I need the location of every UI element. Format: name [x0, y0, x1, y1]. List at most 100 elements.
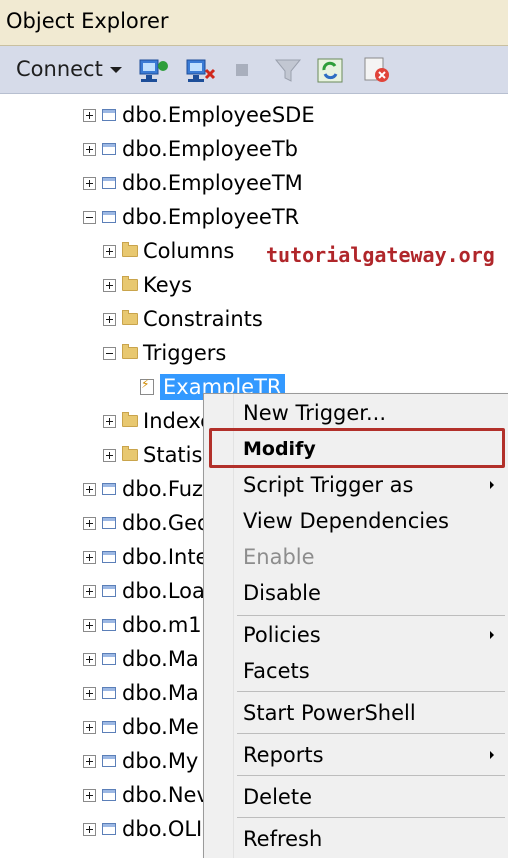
expand-icon[interactable] [83, 108, 96, 122]
stop-icon[interactable] [227, 54, 261, 86]
tree-row-folder[interactable]: Columns [103, 234, 234, 268]
menu-separator [237, 817, 505, 818]
expand-icon[interactable] [83, 176, 96, 190]
tree-row-folder[interactable]: Statist [103, 438, 211, 472]
menu-item-view-dependencies[interactable]: View Dependencies [243, 504, 449, 538]
tree-row-folder[interactable]: Indexe [103, 404, 213, 438]
folder-icon [122, 310, 138, 325]
expand-icon[interactable] [83, 550, 96, 564]
tree-row-table[interactable]: dbo.Inte [83, 540, 208, 574]
expand-icon[interactable] [103, 312, 116, 326]
expand-icon[interactable] [83, 618, 96, 632]
expand-icon[interactable] [103, 448, 116, 462]
expand-icon[interactable] [83, 142, 96, 156]
tree-label: dbo.EmployeeTR [122, 205, 300, 229]
expand-icon[interactable] [83, 686, 96, 700]
tree-row-folder[interactable]: Constraints [103, 302, 263, 336]
tree-row-table[interactable]: dbo.EmployeeSDE [83, 98, 315, 132]
tree-row-table[interactable]: dbo.Loa [83, 574, 205, 608]
tree-label: Triggers [143, 341, 227, 365]
table-icon [102, 789, 116, 801]
tree-row-table[interactable]: dbo.EmployeeTM [83, 166, 303, 200]
table-icon [102, 177, 116, 189]
refresh-icon[interactable] [314, 54, 348, 86]
expand-icon[interactable] [83, 584, 96, 598]
tree-label: dbo.My [122, 749, 199, 773]
menu-item-start-powershell[interactable]: Start PowerShell [243, 696, 416, 730]
table-icon [102, 551, 116, 563]
table-icon [102, 585, 116, 597]
menu-separator [237, 615, 505, 616]
menu-item-refresh[interactable]: Refresh [243, 822, 322, 856]
menu-item-reports[interactable]: Reports [243, 738, 324, 772]
connect-server-icon[interactable] [137, 54, 171, 86]
chevron-down-icon[interactable] [110, 67, 122, 73]
folder-icon [122, 242, 138, 257]
tree-label: dbo.Ma [122, 681, 199, 705]
tree-label: dbo.EmployeeSDE [122, 103, 315, 127]
expand-icon[interactable] [83, 822, 96, 836]
tree-row-table[interactable]: dbo.My [83, 744, 198, 778]
menu-item-new-trigger[interactable]: New Trigger... [243, 396, 386, 430]
tree-label: dbo.EmployeeTb [122, 137, 298, 161]
filter-icon[interactable] [272, 54, 306, 86]
tree-row-table[interactable]: dbo.Fuz [83, 472, 203, 506]
tree-label: dbo.m1 [122, 613, 202, 637]
table-icon [102, 823, 116, 835]
menu-item-script-trigger-as[interactable]: Script Trigger as [243, 468, 414, 502]
menu-separator [237, 775, 505, 776]
table-icon [102, 483, 116, 495]
tree-row-table[interactable]: dbo.Me [83, 710, 199, 744]
expand-icon[interactable] [83, 754, 96, 768]
table-icon [102, 755, 116, 767]
tree-label: dbo.OLI [122, 817, 203, 841]
menu-item-policies[interactable]: Policies [243, 618, 321, 652]
tree-label: dbo.EmployeeTM [122, 171, 303, 195]
object-explorer-titlebar: Object Explorer [0, 0, 508, 46]
menu-item-enable: Enable [243, 545, 315, 569]
tree-row-table[interactable]: dbo.EmployeeTR [83, 200, 299, 234]
folder-icon [122, 344, 138, 359]
collapse-icon[interactable] [83, 210, 96, 224]
menu-separator [237, 733, 505, 734]
tree-label: Columns [143, 239, 235, 263]
watermark-text: tutorialgateway.org [266, 243, 495, 267]
submenu-arrow-icon [490, 631, 494, 639]
tree-label: dbo.Fuz [122, 477, 204, 501]
expand-icon[interactable] [83, 720, 96, 734]
disconnect-server-icon[interactable] [184, 54, 218, 86]
tree-row-folder[interactable]: Keys [103, 268, 192, 302]
expand-icon[interactable] [83, 652, 96, 666]
folder-icon [122, 446, 138, 461]
table-icon [102, 687, 116, 699]
table-icon [102, 653, 116, 665]
tree-row-table[interactable]: dbo.OLI [83, 812, 202, 846]
tree-row-table[interactable]: dbo.Ma [83, 676, 199, 710]
tree-row-table[interactable]: dbo.m1 [83, 608, 202, 642]
tree-row-table[interactable]: dbo.Ma [83, 642, 199, 676]
menu-item-facets[interactable]: Facets [243, 654, 310, 688]
tree-row-table[interactable]: dbo.Geo [83, 506, 210, 540]
tree-row-folder[interactable]: Triggers [103, 336, 226, 370]
tree-row-table[interactable]: dbo.EmployeeTb [83, 132, 298, 166]
expand-icon[interactable] [103, 414, 116, 428]
collapse-icon[interactable] [103, 346, 116, 360]
expand-icon[interactable] [83, 788, 96, 802]
folder-icon [122, 276, 138, 291]
tree-label: dbo.Inte [122, 545, 209, 569]
window-title: Object Explorer [6, 9, 169, 33]
menu-item-delete[interactable]: Delete [243, 780, 312, 814]
expand-icon[interactable] [83, 516, 96, 530]
tree-label: dbo.Nev [122, 783, 209, 807]
trigger-icon [140, 377, 154, 395]
tree-label: Keys [143, 273, 193, 297]
expand-icon[interactable] [103, 278, 116, 292]
tree-label: dbo.Loa [122, 579, 205, 603]
tree-row-table[interactable]: dbo.Nev [83, 778, 209, 812]
expand-icon[interactable] [83, 482, 96, 496]
expand-icon[interactable] [103, 244, 116, 258]
menu-item-disable[interactable]: Disable [243, 576, 321, 610]
summary-icon[interactable] [360, 54, 394, 86]
connect-button[interactable]: Connect [16, 57, 103, 81]
tree-label: Statist [143, 443, 211, 467]
